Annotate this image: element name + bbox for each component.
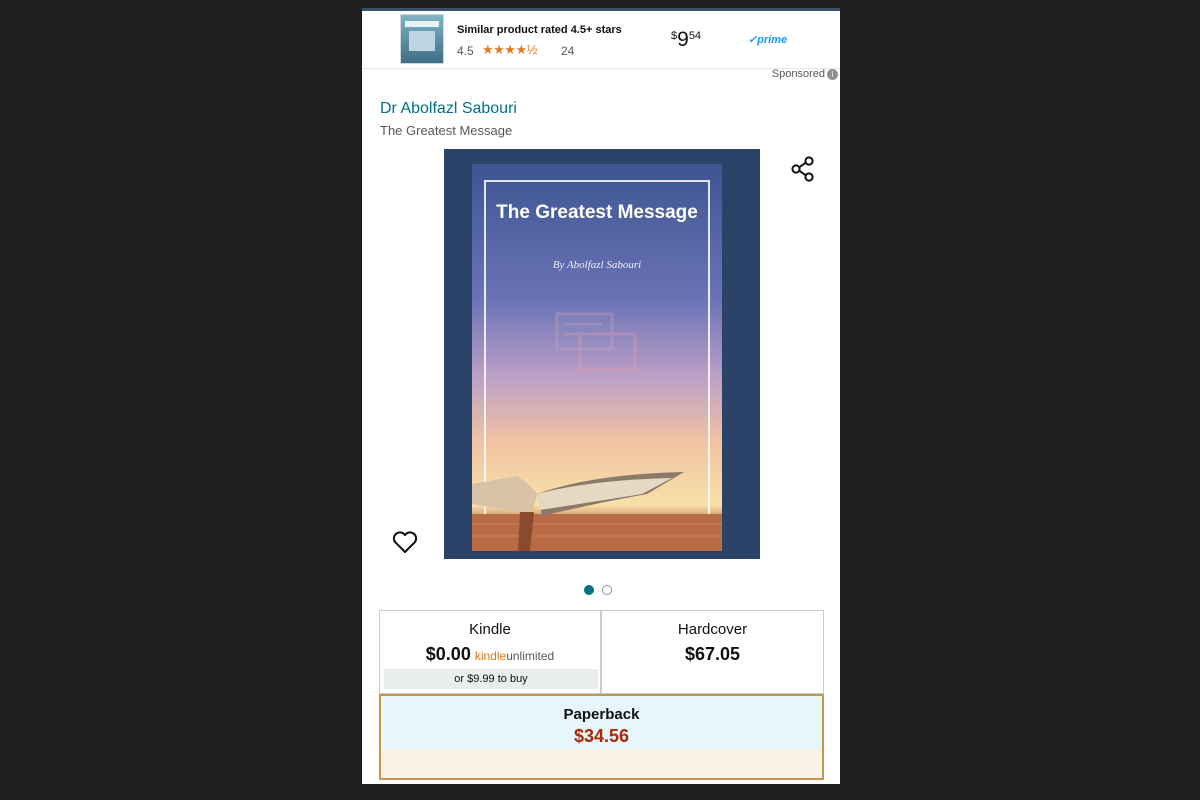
format-hardcover[interactable]: Hardcover $67.05 <box>601 610 824 694</box>
product-title: The Greatest Message <box>380 123 513 138</box>
ad-star-rating: ★★★★½ <box>482 42 537 57</box>
kindle-unlimited-logo: kindleunlimited <box>475 649 554 663</box>
ad-price-whole: 9 <box>677 28 689 51</box>
ad-price-fraction: 54 <box>688 30 702 42</box>
chat-bubble-icon <box>555 312 637 371</box>
carousel-dot-active[interactable] <box>584 584 594 595</box>
kindle-price: $0.00 <box>425 644 471 664</box>
sponsored-ad[interactable]: Similar product rated 4.5+ stars 4.5 ★★★… <box>362 11 840 69</box>
ad-price: $954 <box>671 28 701 52</box>
format-paperback-selected[interactable]: Paperback $34.56 <box>379 694 824 780</box>
format-price: $0.00 kindleunlimited <box>380 644 600 665</box>
ad-rating-value: 4.5 <box>457 44 474 58</box>
share-icon[interactable] <box>788 154 818 184</box>
carousel-indicator <box>584 581 620 599</box>
format-price: $34.56 <box>573 726 630 746</box>
sponsored-text: Sponsored <box>771 68 825 80</box>
book-cover-image[interactable]: The Greatest Message By Abolfazl Sabouri <box>444 149 760 559</box>
sponsored-label[interactable]: Sponsored i <box>772 68 838 80</box>
carousel-dot[interactable] <box>602 584 612 595</box>
ku-suffix: unlimited <box>506 649 555 663</box>
info-icon[interactable]: i <box>827 68 838 80</box>
format-price: $67.05 <box>684 644 741 664</box>
ad-review-count[interactable]: 24 <box>561 44 574 58</box>
author-link[interactable]: Dr Abolfazl Sabouri <box>380 100 517 118</box>
format-name: Kindle <box>469 621 511 638</box>
ad-product-thumbnail[interactable] <box>400 14 444 64</box>
open-book-illustration <box>472 472 722 551</box>
format-name: Paperback <box>563 706 640 723</box>
format-name: Hardcover <box>677 621 748 638</box>
cover-byline: By Abolfazl Sabouri <box>552 259 642 271</box>
product-page: Similar product rated 4.5+ stars 4.5 ★★★… <box>362 8 840 784</box>
ku-brand: kindle <box>474 649 507 663</box>
ad-price-currency: $ <box>671 30 678 42</box>
cover-title: The Greatest Message <box>496 202 698 223</box>
heart-icon[interactable] <box>390 527 420 557</box>
format-kindle[interactable]: Kindle $0.00 kindleunlimited or $9.99 to … <box>379 610 601 694</box>
ad-title[interactable]: Similar product rated 4.5+ stars <box>457 24 622 36</box>
cover-art: The Greatest Message By Abolfazl Sabouri <box>472 164 722 551</box>
kindle-buy-price[interactable]: or $9.99 to buy <box>384 669 598 689</box>
prime-badge: ✓prime <box>748 34 788 46</box>
